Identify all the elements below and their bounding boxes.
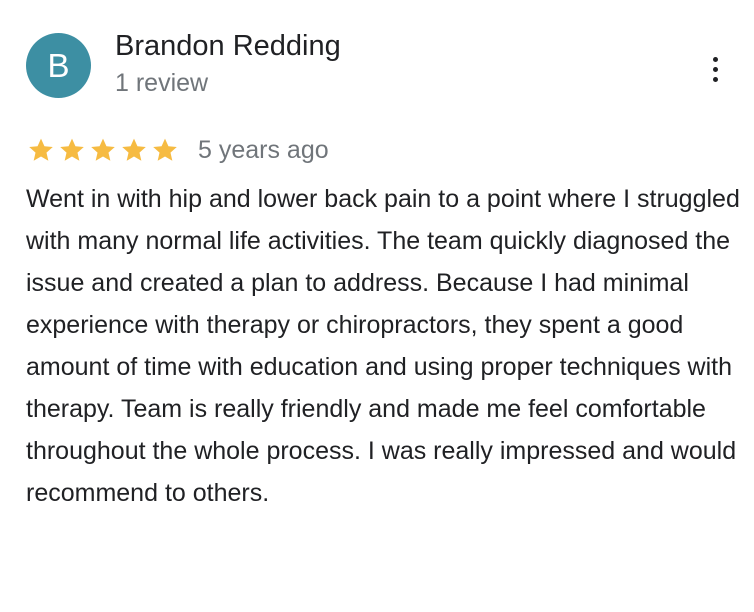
review-text: Went in with hip and lower back pain to … [26, 185, 740, 507]
more-vert-icon-dot [712, 66, 718, 72]
avatar-letter: B [47, 46, 70, 84]
star-icon [153, 138, 177, 161]
star-icon [29, 138, 53, 161]
review-count: 1 review [115, 69, 209, 97]
star-icon [60, 138, 84, 161]
star-icon [122, 138, 146, 161]
more-vert-icon [712, 56, 718, 62]
star-rating [26, 136, 180, 164]
more-vert-icon-dot [712, 76, 718, 82]
avatar[interactable]: B [26, 33, 91, 98]
review-time: 5 years ago [198, 136, 329, 164]
review-card: B Brandon Redding 1 review 5 years ago W… [0, 0, 754, 612]
star-icon [91, 138, 115, 161]
reviewer-name[interactable]: Brandon Redding [115, 28, 341, 64]
more-options-button[interactable] [700, 52, 730, 86]
